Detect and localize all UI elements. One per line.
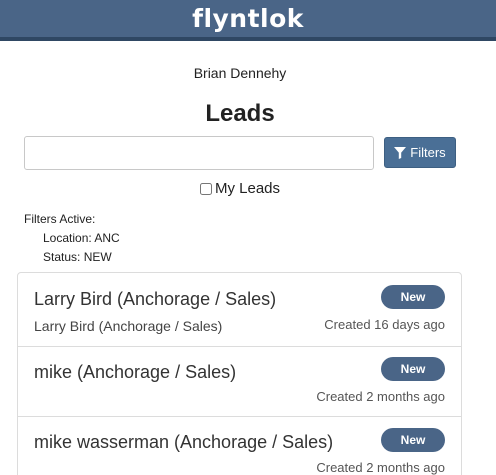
lead-subtitle: Larry Bird (Anchorage / Sales)	[34, 318, 223, 334]
active-filters-heading: Filters Active:	[24, 212, 96, 226]
user-name: Brian Dennehy	[193, 65, 287, 81]
status-badge: New	[381, 285, 445, 309]
active-filter-location: Location: ANC	[43, 231, 120, 245]
my-leads-label: My Leads	[214, 180, 281, 197]
lead-item[interactable]: mike (Anchorage / Sales) New Created 2 m…	[18, 347, 461, 417]
page-title: Leads	[205, 100, 275, 127]
my-leads-toggle[interactable]: My Leads	[0, 180, 480, 197]
active-filter-status: Status: NEW	[43, 250, 112, 264]
filters-button-label: Filters	[410, 145, 446, 160]
leads-list: Larry Bird (Anchorage / Sales) New Larry…	[17, 272, 462, 475]
lead-name: mike (Anchorage / Sales)	[34, 362, 237, 382]
status-badge: New	[381, 357, 445, 381]
filter-icon	[394, 146, 407, 159]
status-badge: New	[381, 428, 445, 452]
filters-button[interactable]: Filters	[384, 137, 456, 168]
lead-item[interactable]: mike wasserman (Anchorage / Sales) New C…	[18, 417, 461, 475]
lead-created: Created 2 months ago	[316, 389, 445, 404]
flyntlok-logo[interactable]: flyntlok	[192, 6, 304, 31]
search-input[interactable]	[24, 136, 374, 170]
lead-item[interactable]: Larry Bird (Anchorage / Sales) New Larry…	[18, 273, 461, 347]
top-bar: flyntlok	[0, 0, 496, 41]
lead-created: Created 2 months ago	[316, 460, 445, 475]
my-leads-checkbox[interactable]	[199, 182, 212, 195]
lead-name: Larry Bird (Anchorage / Sales)	[34, 289, 277, 309]
active-filters: Filters Active: Location: ANC Status: NE…	[24, 210, 120, 267]
lead-name: mike wasserman (Anchorage / Sales)	[34, 432, 334, 452]
lead-created: Created 16 days ago	[324, 317, 445, 332]
